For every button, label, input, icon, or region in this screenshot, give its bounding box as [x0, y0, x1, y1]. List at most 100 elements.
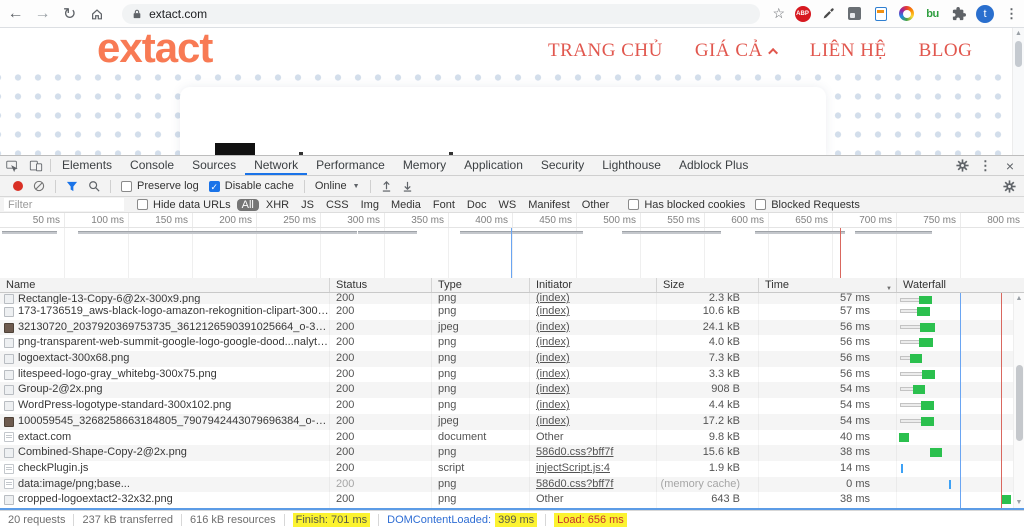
import-har-button[interactable] [381, 180, 392, 192]
extensions-puzzle-button[interactable] [950, 5, 967, 22]
devtools-tab-performance[interactable]: Performance [307, 156, 394, 175]
nav-item-gia-ca[interactable]: GIÁ CẢ [695, 40, 778, 62]
devtools-settings-button[interactable] [951, 156, 975, 175]
request-initiator[interactable]: injectScript.js:4 [536, 462, 610, 474]
filter-pill-ws[interactable]: WS [493, 199, 521, 211]
timeline-overview[interactable] [0, 228, 1024, 278]
network-request-row[interactable]: data:image/png;base...200png586d0.css?bf… [0, 477, 1024, 493]
extension-screenshot-icon[interactable] [846, 5, 863, 22]
network-request-row[interactable]: extact.com200documentOther9.8 kB40 ms [0, 430, 1024, 446]
blocked-requests-checkbox[interactable]: Blocked Requests [755, 199, 860, 211]
scroll-up-arrow-icon[interactable]: ▲ [1014, 295, 1024, 302]
request-initiator[interactable]: (index) [536, 305, 570, 317]
filter-toggle-button[interactable] [66, 181, 78, 192]
extension-adblock-plus-icon[interactable]: ABP [794, 5, 811, 22]
network-request-row[interactable]: checkPlugin.js200scriptinjectScript.js:4… [0, 461, 1024, 477]
scroll-down-arrow-icon[interactable]: ▼ [1014, 499, 1024, 506]
scrollbar-thumb[interactable] [1015, 41, 1022, 67]
devtools-tab-security[interactable]: Security [532, 156, 593, 175]
address-bar[interactable]: extact.com [122, 4, 760, 24]
table-scrollbar[interactable]: ▲▼ [1013, 293, 1024, 508]
scroll-up-arrow-icon[interactable]: ▲ [1013, 30, 1024, 37]
devtools-tab-sources[interactable]: Sources [183, 156, 245, 175]
devtools-tab-memory[interactable]: Memory [394, 156, 455, 175]
throttling-dropdown[interactable]: Online▼ [315, 180, 360, 192]
network-request-row[interactable]: cropped-logoextact2-32x32.png200pngOther… [0, 492, 1024, 508]
devtools-tab-elements[interactable]: Elements [53, 156, 121, 175]
filter-pill-other[interactable]: Other [577, 199, 615, 211]
request-initiator[interactable]: (index) [536, 321, 570, 333]
extension-color-picker-icon[interactable] [820, 5, 837, 22]
network-request-row[interactable]: logoextact-300x68.png200png(index)7.3 kB… [0, 351, 1024, 367]
column-header-status[interactable]: Status [330, 278, 432, 292]
network-request-row[interactable]: png-transparent-web-summit-google-logo-g… [0, 335, 1024, 351]
filter-pill-js[interactable]: JS [296, 199, 319, 211]
filter-pill-font[interactable]: Font [428, 199, 460, 211]
preserve-log-checkbox[interactable]: Preserve log [121, 180, 199, 192]
disable-cache-checkbox[interactable]: ✓Disable cache [209, 180, 294, 192]
devtools-tab-application[interactable]: Application [455, 156, 532, 175]
devtools-menu-button[interactable]: ⋮ [977, 158, 998, 174]
column-header-type[interactable]: Type [432, 278, 530, 292]
nav-item-lien-he[interactable]: LIÊN HỆ [810, 40, 887, 62]
record-button[interactable] [13, 181, 23, 191]
network-request-row[interactable]: litespeed-logo-gray_whitebg-300x75.png20… [0, 367, 1024, 383]
reload-button[interactable]: ↻ [58, 2, 81, 26]
search-button[interactable] [88, 180, 100, 192]
page-scrollbar[interactable]: ▲ [1012, 28, 1024, 155]
network-settings-button[interactable] [1003, 180, 1024, 193]
network-request-row[interactable]: Group-2@2x.png200png(index)908 B54 ms [0, 382, 1024, 398]
network-request-row[interactable]: 100059545_3268258663184805_7907942443079… [0, 414, 1024, 430]
devtools-close-button[interactable]: × [1000, 158, 1020, 174]
has-blocked-cookies-checkbox[interactable]: Has blocked cookies [628, 199, 745, 211]
extension-clipboard-icon[interactable] [872, 5, 889, 22]
network-request-row[interactable]: 173-1736519_aws-black-logo-amazon-rekogn… [0, 304, 1024, 320]
filter-pill-manifest[interactable]: Manifest [523, 199, 575, 211]
devtools-tab-console[interactable]: Console [121, 156, 183, 175]
column-header-size[interactable]: Size [657, 278, 759, 292]
network-request-row[interactable]: 32130720_2037920369753735_36121265903910… [0, 320, 1024, 336]
hide-data-urls-checkbox[interactable]: Hide data URLs [137, 199, 231, 211]
nav-item-blog[interactable]: BLOG [919, 40, 973, 62]
request-initiator[interactable]: (index) [536, 293, 570, 304]
device-toolbar-button[interactable] [24, 156, 48, 175]
request-initiator[interactable]: (index) [536, 415, 570, 427]
forward-button[interactable]: → [31, 2, 54, 26]
column-header-time[interactable]: Time▼ [759, 278, 897, 292]
filter-pill-media[interactable]: Media [386, 199, 426, 211]
devtools-tab-adblock-plus[interactable]: Adblock Plus [670, 156, 757, 175]
filter-pill-xhr[interactable]: XHR [261, 199, 294, 211]
browser-menu-button[interactable]: ⋮ [1003, 6, 1024, 22]
column-header-waterfall[interactable]: Waterfall [897, 278, 1024, 292]
filter-pill-img[interactable]: Img [356, 199, 384, 211]
filter-pill-doc[interactable]: Doc [462, 199, 492, 211]
extension-builtwith-icon[interactable]: bu [924, 5, 941, 22]
request-initiator[interactable]: (index) [536, 336, 570, 348]
scrollbar-thumb[interactable] [1016, 365, 1023, 441]
clear-button[interactable] [33, 180, 45, 192]
bookmark-star-icon[interactable]: ☆ [772, 5, 785, 22]
request-initiator[interactable]: 586d0.css?bff7f [536, 478, 613, 490]
column-header-name[interactable]: Name [0, 278, 330, 292]
column-header-initiator[interactable]: Initiator [530, 278, 657, 292]
devtools-tab-lighthouse[interactable]: Lighthouse [593, 156, 670, 175]
request-initiator[interactable]: (index) [536, 399, 570, 411]
devtools-tab-network[interactable]: Network [245, 156, 307, 175]
network-request-row[interactable]: WordPress-logotype-standard-300x102.png2… [0, 398, 1024, 414]
extension-colorful-ring-icon[interactable] [898, 5, 915, 22]
nav-item-trang-chu[interactable]: TRANG CHỦ [548, 40, 663, 62]
site-logo[interactable]: extact [97, 28, 212, 72]
filter-input[interactable] [4, 198, 124, 211]
filter-pill-css[interactable]: CSS [321, 199, 354, 211]
home-button[interactable] [85, 2, 108, 26]
back-button[interactable]: ← [4, 2, 27, 26]
export-har-button[interactable] [402, 180, 413, 192]
request-initiator[interactable]: 586d0.css?bff7f [536, 446, 613, 458]
filter-pill-all[interactable]: All [237, 199, 259, 211]
request-initiator[interactable]: (index) [536, 368, 570, 380]
network-request-row[interactable]: Rectangle-13-Copy-6@2x-300x9.png200png(i… [0, 293, 1024, 304]
profile-avatar[interactable]: t [976, 5, 994, 23]
inspect-element-button[interactable] [0, 156, 24, 175]
request-initiator[interactable]: (index) [536, 352, 570, 364]
network-request-row[interactable]: Combined-Shape-Copy-2@2x.png200png586d0.… [0, 445, 1024, 461]
